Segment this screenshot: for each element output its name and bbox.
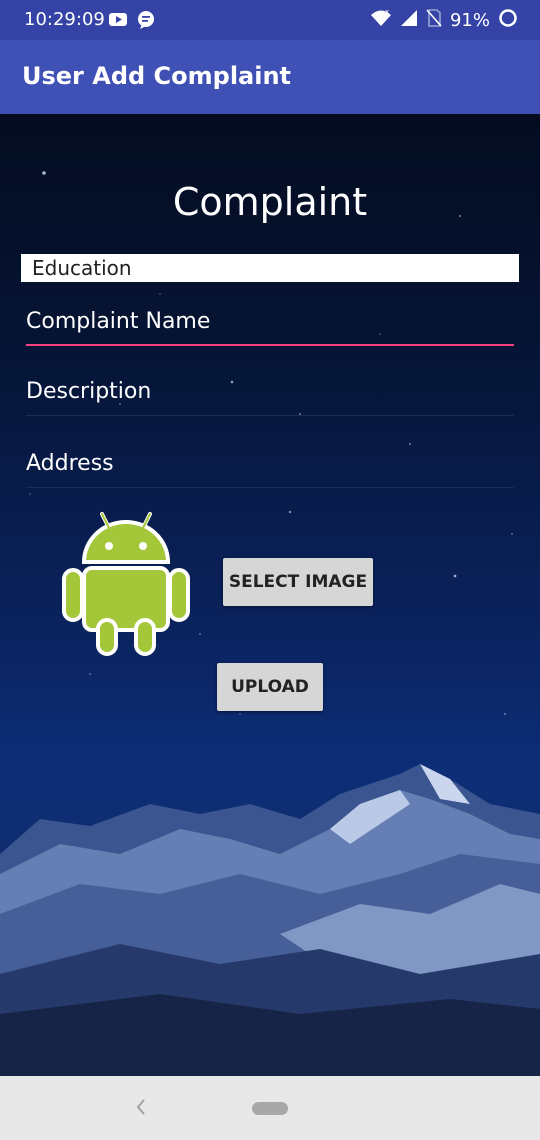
no-sim-icon: [426, 9, 442, 32]
navigation-bar: [0, 1076, 540, 1140]
battery-percentage: 91%: [449, 10, 490, 31]
signal-icon: [400, 9, 418, 32]
status-system-icons: x 91%: [370, 8, 518, 33]
back-icon[interactable]: [134, 1096, 148, 1124]
android-robot-icon: [62, 512, 190, 656]
home-pill-icon[interactable]: [252, 1102, 288, 1115]
youtube-icon: [108, 10, 128, 35]
upload-button[interactable]: UPLOAD: [217, 663, 323, 711]
app-bar: User Add Complaint: [0, 40, 540, 114]
battery-ring-icon: [498, 8, 518, 33]
category-spinner[interactable]: Education: [21, 254, 519, 282]
status-bar: 10:29:09 x 91%: [0, 0, 540, 40]
screen: 10:29:09 x 91% User Add Complaint Compla…: [0, 0, 540, 1140]
complaint-name-field[interactable]: Complaint Name: [26, 302, 514, 346]
status-time: 10:29:09: [24, 9, 105, 30]
message-icon: [136, 10, 156, 35]
address-field[interactable]: Address: [26, 444, 514, 488]
complaint-form: Complaint Education Complaint Name Descr…: [0, 114, 540, 1076]
app-title: User Add Complaint: [22, 62, 292, 90]
select-image-button[interactable]: SELECT IMAGE: [223, 558, 373, 606]
description-field[interactable]: Description: [26, 372, 514, 416]
svg-text:x: x: [385, 9, 389, 16]
wifi-icon: x: [370, 8, 392, 32]
status-notification-icons: [108, 10, 156, 35]
form-heading: Complaint: [172, 180, 368, 224]
